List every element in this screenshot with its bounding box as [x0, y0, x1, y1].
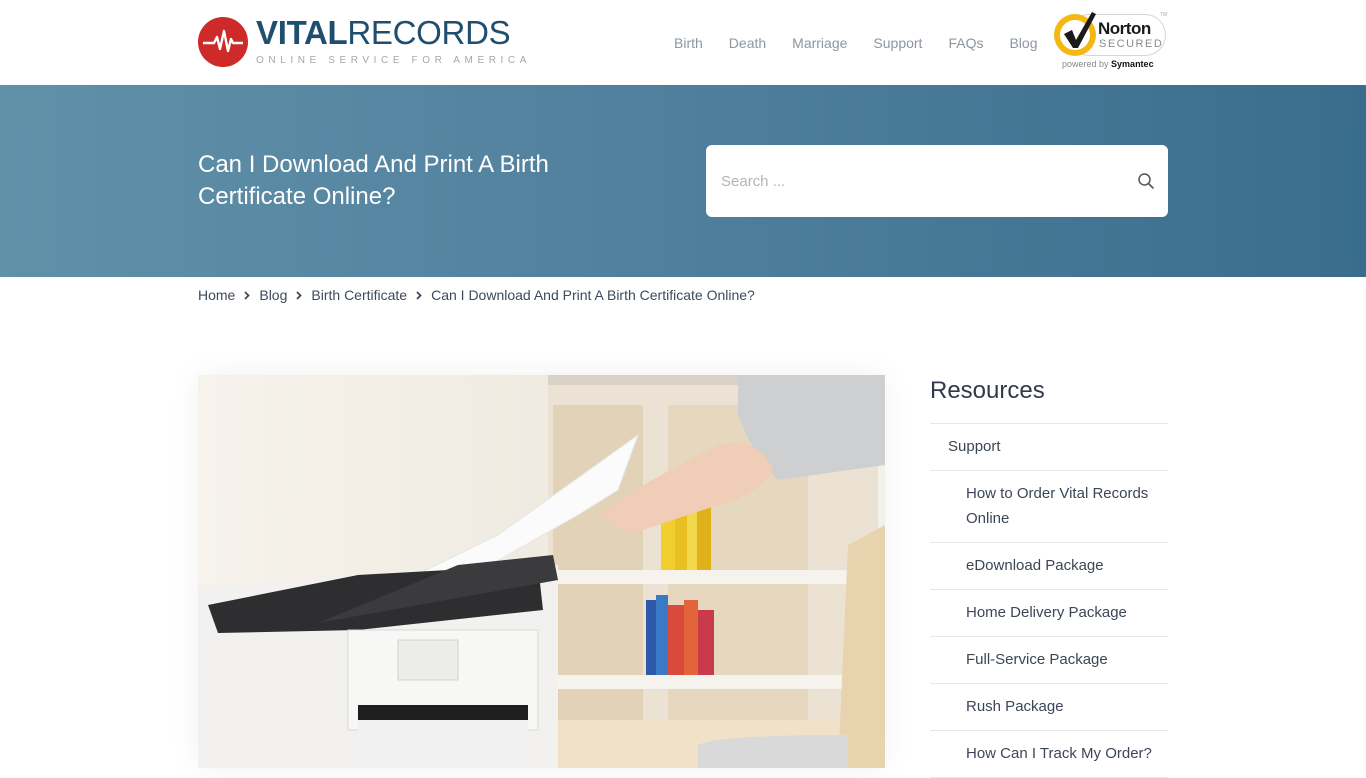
- nav-death[interactable]: Death: [729, 34, 766, 52]
- sidebar-link-support[interactable]: Support: [948, 438, 1001, 455]
- norton-secured-badge[interactable]: Norton SECURED TM powered by Symantec: [1054, 9, 1169, 71]
- sidebar-item-how-to-order: How to Order Vital Records Online: [930, 471, 1168, 543]
- sidebar-item-home-delivery: Home Delivery Package: [930, 590, 1168, 637]
- chevron-right-icon: [296, 290, 303, 300]
- search-icon: [1138, 173, 1154, 189]
- logo-word-vital: VITAL: [256, 14, 348, 51]
- breadcrumb: Home Blog Birth Certificate Can I Downlo…: [198, 287, 755, 303]
- main-nav: Birth Death Marriage Support FAQs Blog: [674, 34, 1038, 52]
- breadcrumb-blog[interactable]: Blog: [259, 287, 287, 303]
- chevron-right-icon: [416, 290, 422, 300]
- sidebar-item-track-order: How Can I Track My Order?: [930, 731, 1168, 778]
- page-title: Can I Download And Print A Birth Certifi…: [198, 151, 549, 210]
- printer-photo: [198, 375, 885, 768]
- sidebar-link-track-order[interactable]: How Can I Track My Order?: [966, 745, 1152, 762]
- sidebar-link-edownload[interactable]: eDownload Package: [966, 557, 1104, 574]
- featured-image: [198, 375, 885, 768]
- norton-powered-by: powered by Symantec: [1062, 59, 1154, 69]
- search-form: [706, 145, 1168, 217]
- breadcrumb-home[interactable]: Home: [198, 287, 235, 303]
- site-header: VITALRECORDS ONLINE SERVICE FOR AMERICA …: [0, 0, 1366, 85]
- logo-word-records: RECORDS: [347, 14, 511, 51]
- search-button[interactable]: [1134, 169, 1158, 193]
- heartbeat-icon: [198, 17, 248, 67]
- norton-check-circle: [1054, 12, 1096, 56]
- sidebar-link-home-delivery[interactable]: Home Delivery Package: [966, 604, 1127, 621]
- sidebar-item-rush: Rush Package: [930, 684, 1168, 731]
- nav-blog[interactable]: Blog: [1009, 34, 1037, 52]
- breadcrumb-current: Can I Download And Print A Birth Certifi…: [431, 287, 755, 303]
- norton-trademark: TM: [1160, 12, 1168, 18]
- search-input[interactable]: [706, 145, 1126, 217]
- nav-support[interactable]: Support: [873, 34, 922, 52]
- norton-brand: Norton: [1098, 19, 1151, 38]
- logo-tagline: ONLINE SERVICE FOR AMERICA: [256, 55, 532, 66]
- sidebar-title: Resources: [930, 377, 1045, 404]
- sidebar-link-rush[interactable]: Rush Package: [966, 698, 1064, 715]
- logo-text: VITALRECORDS ONLINE SERVICE FOR AMERICA: [256, 15, 532, 67]
- norton-status: SECURED: [1099, 38, 1164, 50]
- checkmark-icon: [1064, 12, 1096, 48]
- logo-wordmark: VITALRECORDS: [256, 15, 531, 51]
- nav-marriage[interactable]: Marriage: [792, 34, 847, 52]
- resources-sidebar: Resources Support How to Order Vital Rec…: [930, 375, 1168, 778]
- hero-banner: Can I Download And Print A Birth Certifi…: [0, 85, 1366, 277]
- nav-faqs[interactable]: FAQs: [948, 34, 983, 52]
- resources-list: Support How to Order Vital Records Onlin…: [930, 423, 1168, 778]
- site-logo[interactable]: VITALRECORDS ONLINE SERVICE FOR AMERICA: [198, 15, 532, 67]
- breadcrumb-birth-certificate[interactable]: Birth Certificate: [311, 287, 407, 303]
- sidebar-item-full-service: Full-Service Package: [930, 637, 1168, 684]
- sidebar-item-edownload: eDownload Package: [930, 543, 1168, 590]
- sidebar-item-support: Support: [930, 424, 1168, 471]
- sidebar-link-full-service[interactable]: Full-Service Package: [966, 651, 1108, 668]
- nav-birth[interactable]: Birth: [674, 34, 703, 52]
- chevron-right-icon: [244, 290, 251, 300]
- sidebar-link-how-to-order[interactable]: How to Order Vital Records Online: [966, 485, 1148, 527]
